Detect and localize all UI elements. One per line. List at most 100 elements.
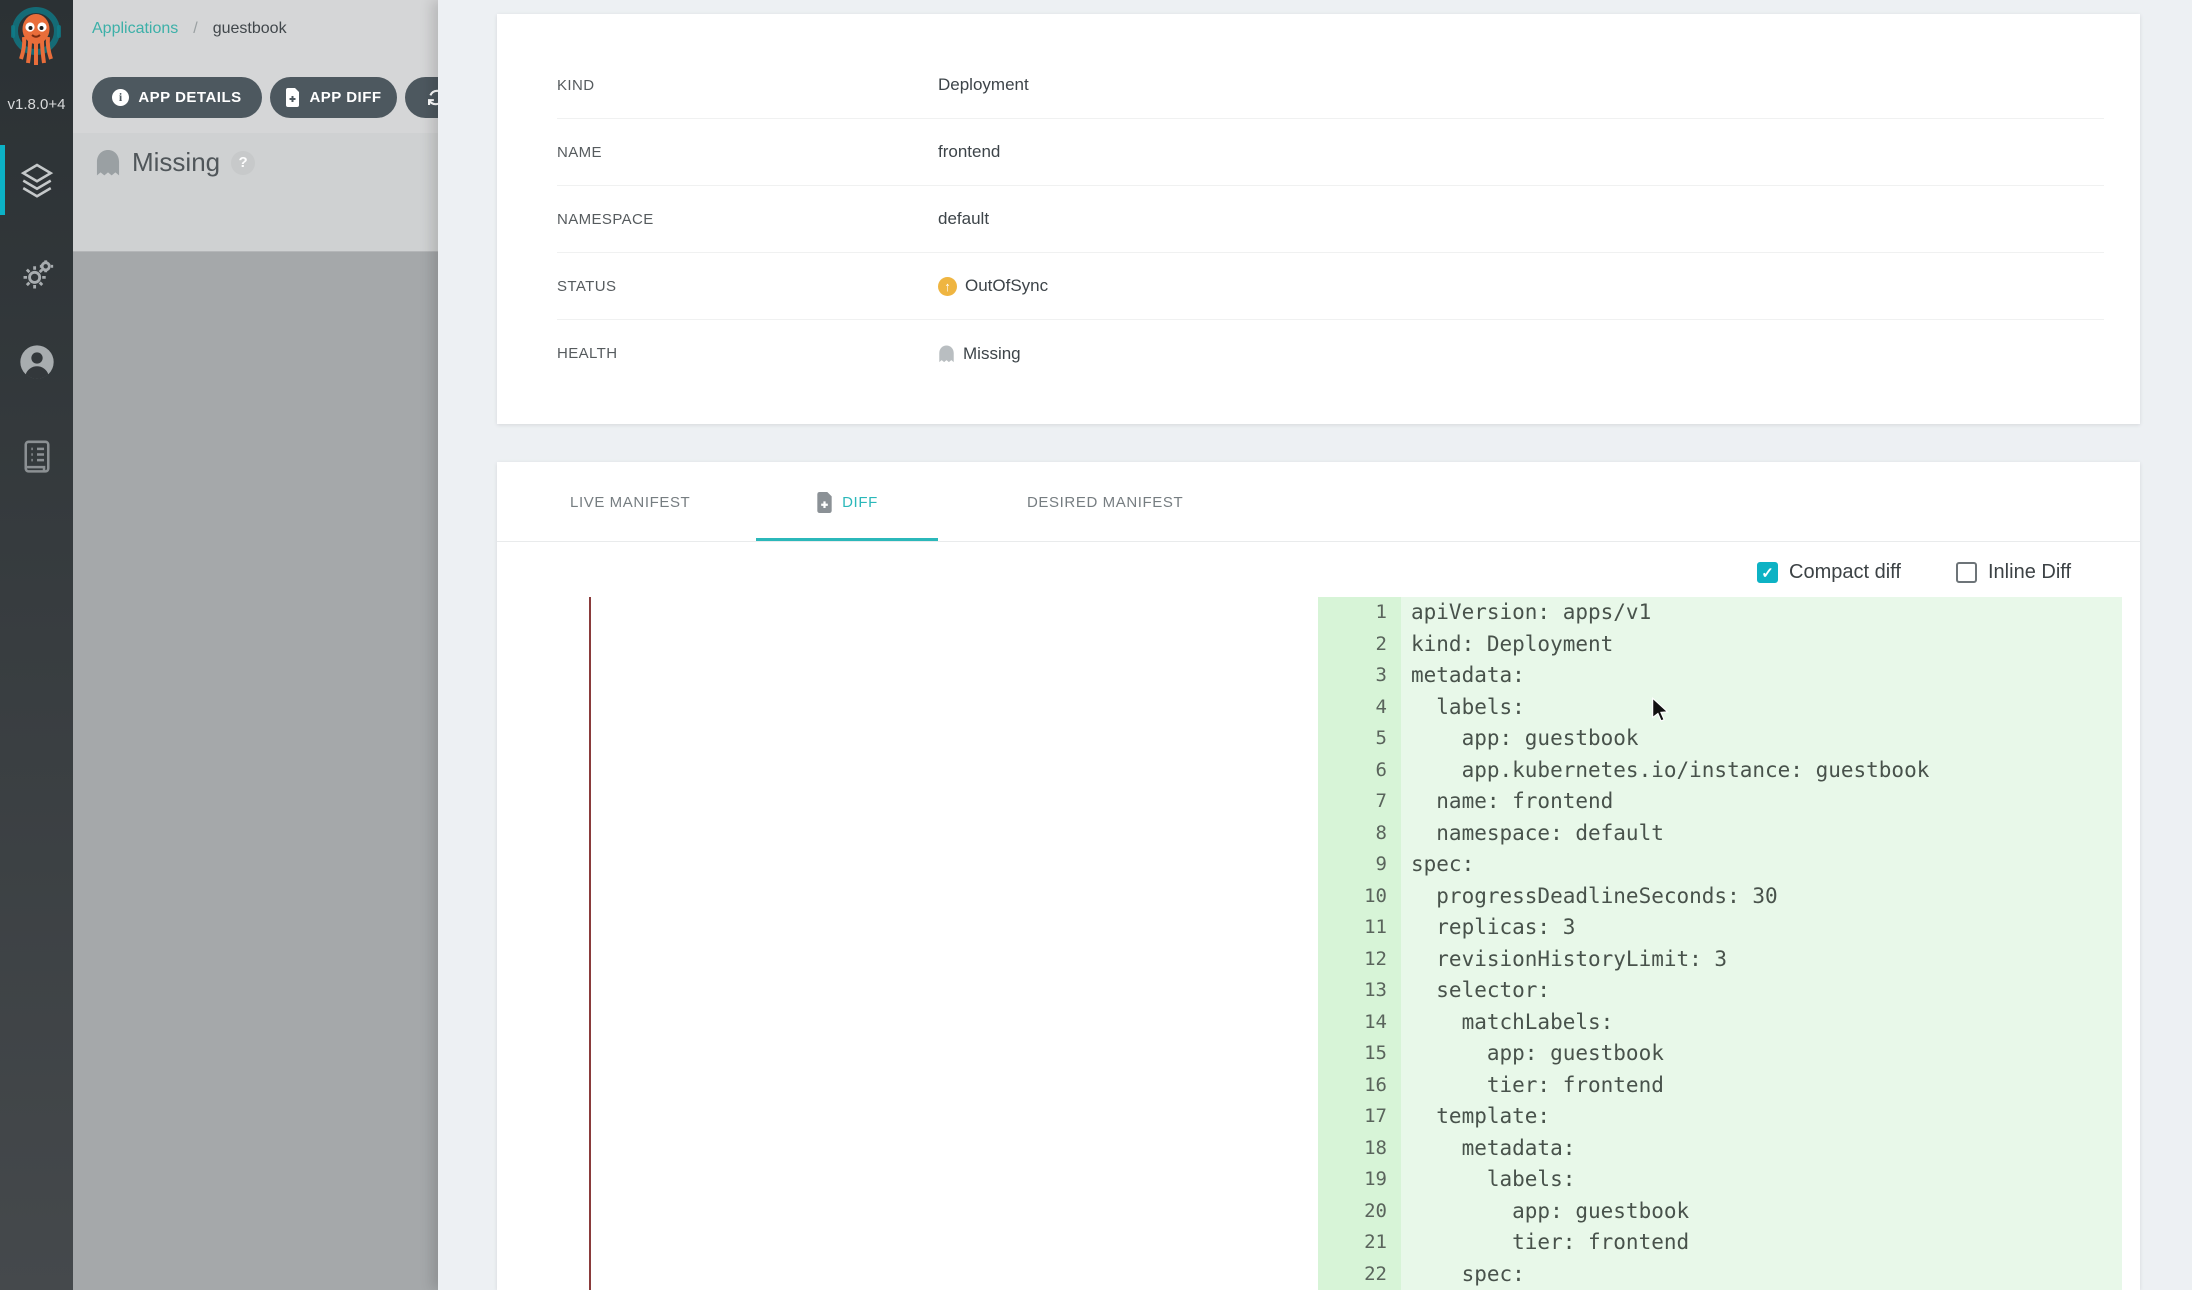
diff-line-text: apiVersion: apps/v1 xyxy=(1401,597,1651,629)
tabs-divider xyxy=(497,541,2140,542)
diff-line: 16 tier: frontend xyxy=(1318,1070,2122,1102)
tab-diff[interactable]: DIFF xyxy=(756,462,938,542)
diff-added-pane: 1 apiVersion: apps/v1 2 kind: Deployment… xyxy=(1318,597,2122,1290)
field-value: Deployment xyxy=(938,75,1029,95)
diff-line-number: 18 xyxy=(1318,1133,1401,1165)
diff-line-number: 22 xyxy=(1318,1259,1401,1290)
field-value: Missing xyxy=(938,344,1021,364)
resource-summary-card: KIND Deployment NAME frontend NAMESPACE … xyxy=(497,14,2140,424)
diff-line-text: tier: frontend xyxy=(1401,1070,1664,1102)
diff-line-text: labels: xyxy=(1401,1164,1575,1196)
app-details-label: APP DETAILS xyxy=(138,89,241,106)
diff-line-text: metadata: xyxy=(1401,660,1525,692)
sidebar-item-docs[interactable] xyxy=(0,423,73,493)
diff-line-text: app.kubernetes.io/instance: guestbook xyxy=(1401,755,1929,787)
diff-line-text: metadata: xyxy=(1401,1133,1575,1165)
compact-diff-label: Compact diff xyxy=(1789,561,1901,584)
compact-diff-checkbox[interactable] xyxy=(1757,562,1778,583)
diff-line: 10 progressDeadlineSeconds: 30 xyxy=(1318,881,2122,913)
diff-line: 6 app.kubernetes.io/instance: guestbook xyxy=(1318,755,2122,787)
diff-line-text: replicas: 3 xyxy=(1401,912,1575,944)
diff-line-text: app: guestbook xyxy=(1401,1196,1689,1228)
version-label: v1.8.0+4 xyxy=(0,96,73,113)
diff-line: 11 replicas: 3 xyxy=(1318,912,2122,944)
breadcrumb: Applications / guestbook xyxy=(92,20,287,38)
diff-line-text: progressDeadlineSeconds: 30 xyxy=(1401,881,1778,913)
field-label: KIND xyxy=(557,77,938,94)
sidebar-item-settings[interactable] xyxy=(0,240,73,310)
breadcrumb-current-app: guestbook xyxy=(213,20,287,38)
diff-line-number: 7 xyxy=(1318,786,1401,818)
sidebar-item-applications[interactable] xyxy=(0,145,73,215)
diff-line: 22 spec: xyxy=(1318,1259,2122,1290)
field-value: frontend xyxy=(938,142,1000,162)
tab-desired-manifest[interactable]: DESIRED MANIFEST xyxy=(1027,462,1183,542)
resource-slider-panel: × KIND Deployment NAME frontend NAMESPAC… xyxy=(438,0,2192,1290)
app-details-button[interactable]: i APP DETAILS xyxy=(92,77,262,118)
summary-row-namespace: NAMESPACE default xyxy=(557,186,2104,253)
field-label: STATUS xyxy=(557,278,938,295)
app-diff-label: APP DIFF xyxy=(309,89,381,106)
layers-icon xyxy=(17,161,57,199)
diff-line: 1 apiVersion: apps/v1 xyxy=(1318,597,2122,629)
tab-live-manifest[interactable]: LIVE MANIFEST xyxy=(570,462,690,542)
breadcrumb-separator: / xyxy=(193,20,197,38)
sidebar-item-user[interactable] xyxy=(0,327,73,397)
diff-line: 13 selector: xyxy=(1318,975,2122,1007)
diff-line-number: 3 xyxy=(1318,660,1401,692)
summary-row-kind: KIND Deployment xyxy=(557,52,2104,119)
diff-line-number: 13 xyxy=(1318,975,1401,1007)
field-value: OutOfSync xyxy=(938,276,1048,296)
sidebar: v1.8.0+4 xyxy=(0,0,73,1290)
health-status-text: Missing xyxy=(132,147,220,178)
diff-line-number: 8 xyxy=(1318,818,1401,850)
inline-diff-checkbox[interactable] xyxy=(1956,562,1977,583)
compact-diff-option[interactable]: Compact diff xyxy=(1757,561,1901,584)
field-label: NAMESPACE xyxy=(557,211,938,228)
argo-logo xyxy=(11,5,61,72)
diff-line-text: app: guestbook xyxy=(1401,1038,1664,1070)
summary-row-name: NAME frontend xyxy=(557,119,2104,186)
diff-line: 18 metadata: xyxy=(1318,1133,2122,1165)
field-value: default xyxy=(938,209,989,229)
breadcrumb-applications-link[interactable]: Applications xyxy=(92,20,178,38)
diff-line-number: 1 xyxy=(1318,597,1401,629)
diff-line-number: 16 xyxy=(1318,1070,1401,1102)
diff-line-text: template: xyxy=(1401,1101,1550,1133)
diff-line-number: 11 xyxy=(1318,912,1401,944)
diff-line-text: spec: xyxy=(1401,849,1474,881)
diff-line-number: 19 xyxy=(1318,1164,1401,1196)
summary-row-status: STATUS OutOfSync xyxy=(557,253,2104,320)
diff-line-text: kind: Deployment xyxy=(1401,629,1613,661)
diff-line: 4 labels: xyxy=(1318,692,2122,724)
help-icon[interactable]: ? xyxy=(231,151,255,175)
diff-line-number: 9 xyxy=(1318,849,1401,881)
diff-line-text: namespace: default xyxy=(1401,818,1664,850)
health-text: Missing xyxy=(963,344,1021,364)
diff-line-number: 20 xyxy=(1318,1196,1401,1228)
field-label: HEALTH xyxy=(557,345,938,362)
diff-line-number: 14 xyxy=(1318,1007,1401,1039)
inline-diff-option[interactable]: Inline Diff xyxy=(1956,561,2071,584)
mouse-cursor xyxy=(1650,697,1669,728)
diff-line-text: tier: frontend xyxy=(1401,1227,1689,1259)
user-icon xyxy=(17,342,57,382)
ghost-icon xyxy=(95,148,121,178)
diff-line-text: app: guestbook xyxy=(1401,723,1639,755)
tab-diff-label: DIFF xyxy=(842,494,878,511)
diff-line-text: name: frontend xyxy=(1401,786,1613,818)
diff-line: 12 revisionHistoryLimit: 3 xyxy=(1318,944,2122,976)
diff-line: 9 spec: xyxy=(1318,849,2122,881)
gear-icon xyxy=(18,256,56,294)
diff-line-number: 5 xyxy=(1318,723,1401,755)
app-diff-button[interactable]: APP DIFF xyxy=(270,77,397,118)
inline-diff-label: Inline Diff xyxy=(1988,561,2071,584)
diff-line: 7 name: frontend xyxy=(1318,786,2122,818)
diff-line-number: 21 xyxy=(1318,1227,1401,1259)
diff-left-pane-marker xyxy=(589,597,591,1290)
diff-line-number: 4 xyxy=(1318,692,1401,724)
file-plus-icon xyxy=(816,492,833,513)
summary-row-health: HEALTH Missing xyxy=(557,320,2104,387)
diff-line-text: spec: xyxy=(1401,1259,1525,1290)
diff-line-number: 12 xyxy=(1318,944,1401,976)
